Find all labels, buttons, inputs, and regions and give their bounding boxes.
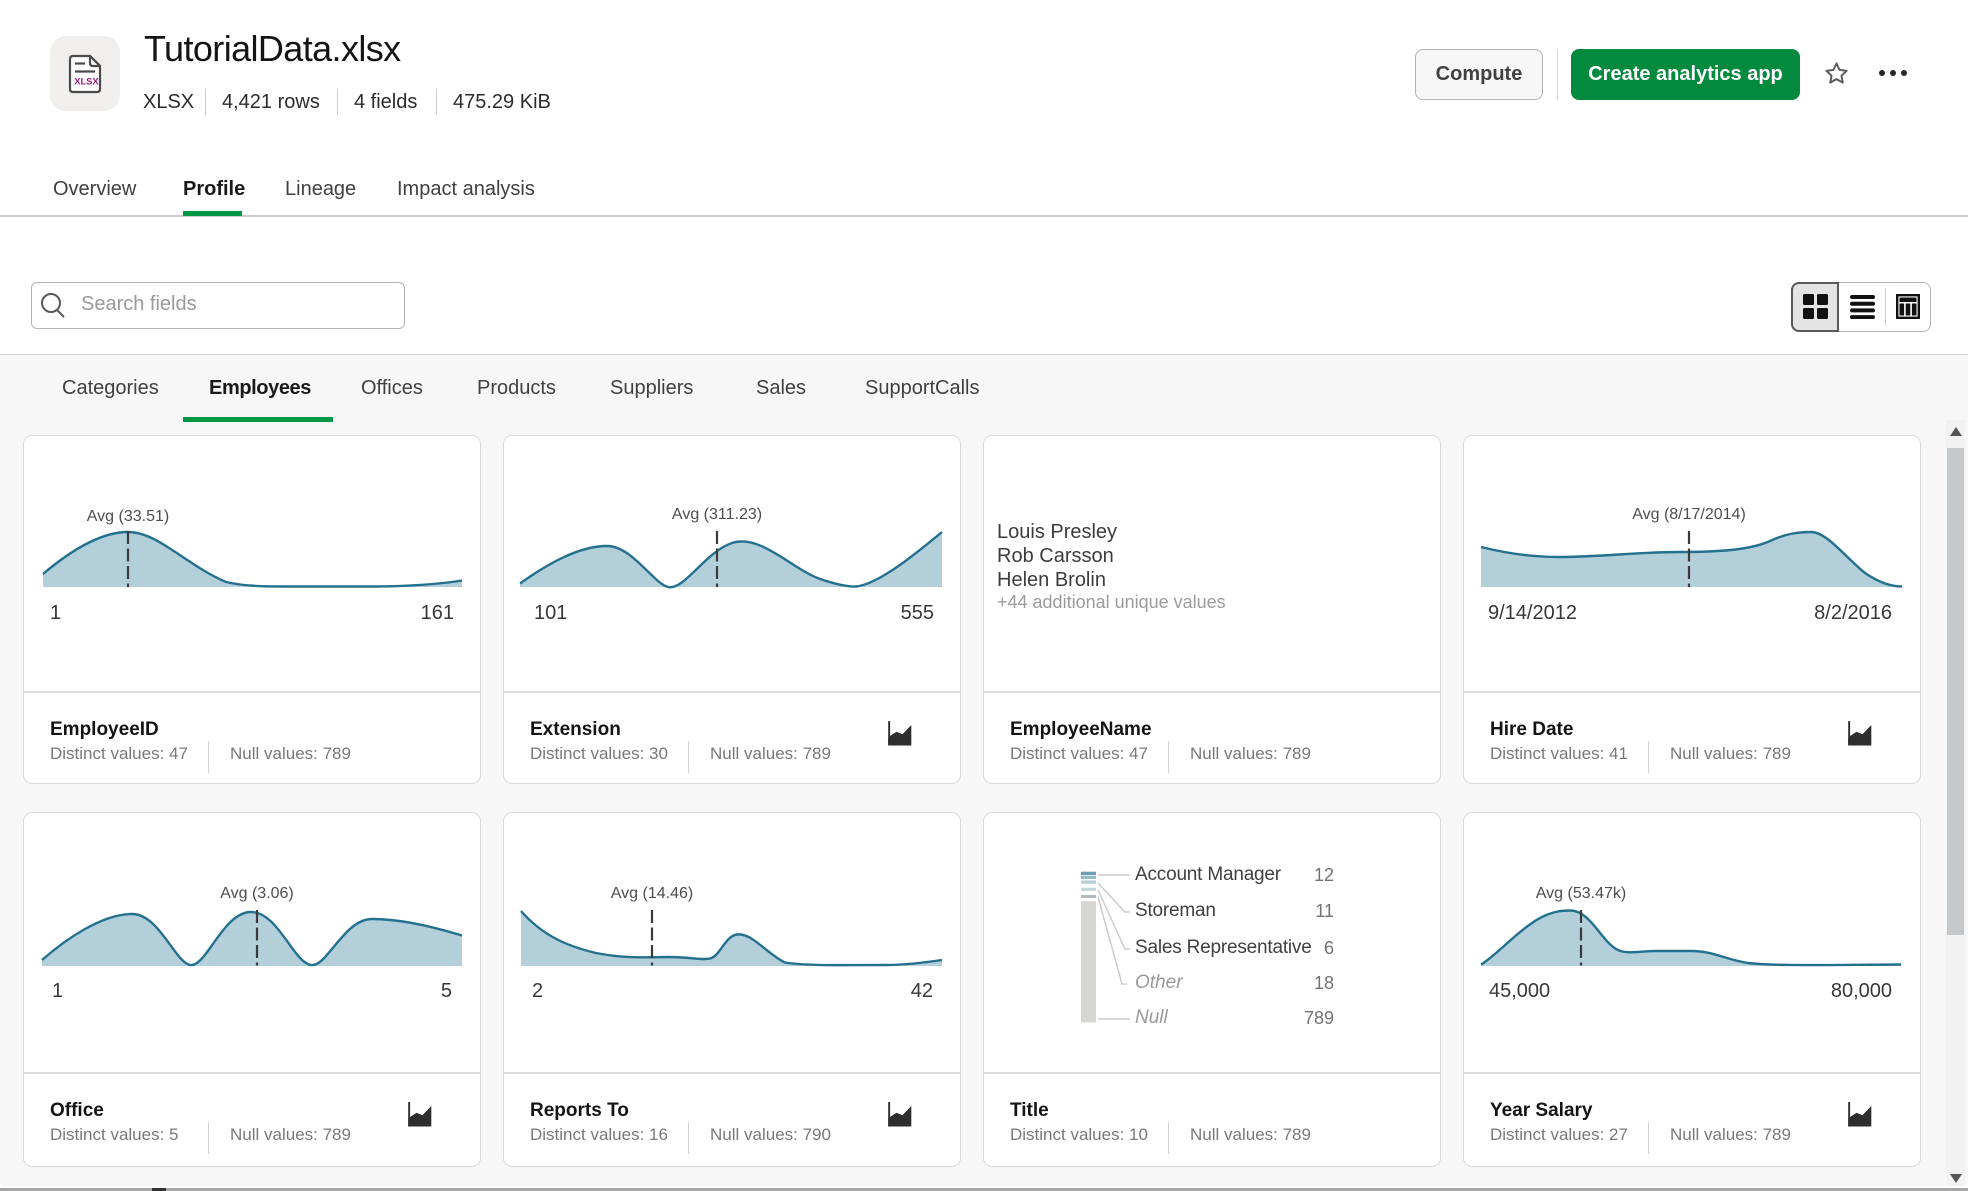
svg-text:XLSX: XLSX <box>74 76 99 87</box>
